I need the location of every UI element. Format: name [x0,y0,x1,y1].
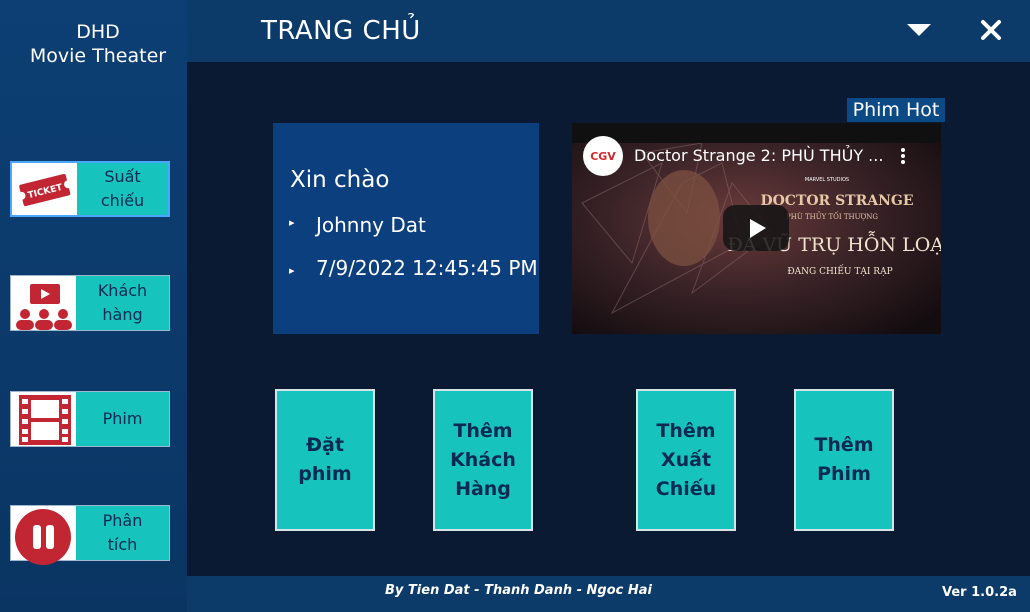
sidebar-item-label: Suất chiếu [77,163,168,215]
current-datetime: 7/9/2022 12:45:45 PM [316,256,538,280]
poster-subtitle: PHÙ THỦY TỐI THƯỢNG [786,211,878,221]
them-phim-button[interactable]: Thêm Phim [794,389,894,531]
close-icon[interactable] [978,17,1004,43]
page-title: TRANG CHỦ [261,16,421,46]
chevron-down-icon[interactable] [906,22,932,38]
sidebar-item-suat-chieu[interactable]: TICKET Suất chiếu [10,161,170,217]
sidebar-item-phan-tich[interactable]: Phân tích [10,505,170,565]
sidebar-item-label: Phân tích [76,506,169,560]
app-brand: DHD Movie Theater [0,20,196,68]
more-options-icon[interactable] [897,146,909,166]
dat-phim-button[interactable]: Đặt phim [275,389,375,531]
brand-line1: DHD [76,21,120,43]
sidebar-item-phim[interactable]: Phim [10,391,170,447]
bullet-icon: ▸ [289,264,295,277]
user-name: Johnny Dat [316,213,426,237]
bullet-icon: ▸ [289,216,295,229]
film-strip-icon [11,392,76,446]
sidebar-item-khach-hang[interactable]: Khách hàng [10,275,170,331]
them-khach-hang-button[interactable]: Thêm Khách Hàng [433,389,533,531]
version-label: Ver 1.0.2a [942,585,1017,600]
video-title[interactable]: Doctor Strange 2: PHÙ THỦY ... [634,146,883,165]
channel-logo[interactable]: CGV [583,136,623,176]
brand-line2: Movie Theater [29,45,167,67]
pause-icon [11,506,76,565]
sidebar-item-label: Phim [76,392,169,446]
poster-brand: MARVEL STUDIOS [805,177,849,183]
sidebar-item-label: Khách hàng [76,276,169,330]
play-button[interactable] [723,205,789,251]
greeting-title: Xin chào [290,167,390,193]
customers-icon [11,276,76,330]
ticket-icon: TICKET [12,163,77,215]
credits: By Tien Dat - Thanh Danh - Ngoc Hai [385,583,652,598]
hot-movie-label: Phim Hot [847,98,945,122]
them-xuat-chieu-button[interactable]: Thêm Xuất Chiếu [636,389,736,531]
